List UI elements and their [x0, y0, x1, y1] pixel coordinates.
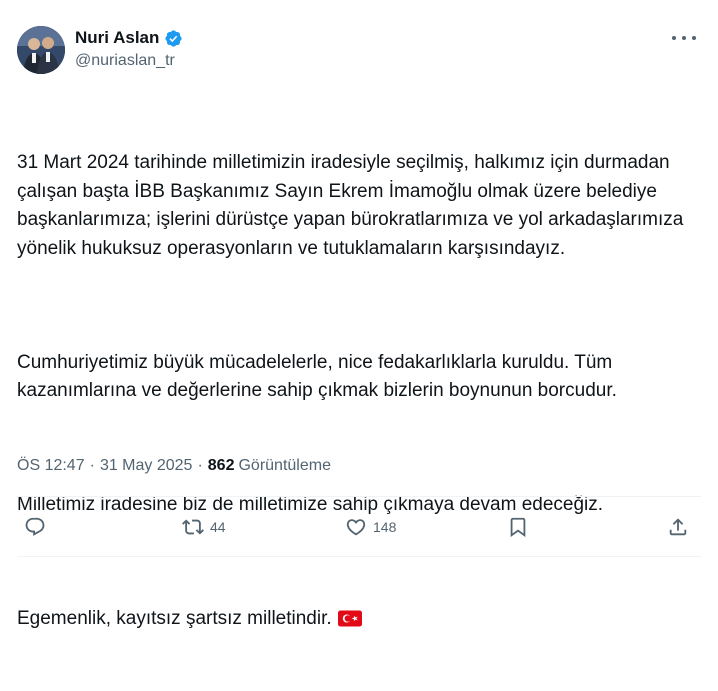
action-bar: 44 148 [17, 510, 701, 544]
bookmark-icon [510, 517, 526, 538]
turkey-flag-icon [337, 610, 362, 627]
author-name-row[interactable]: Nuri Aslan [75, 27, 183, 49]
tweet-paragraph: 31 Mart 2024 tarihinde milletimizin irad… [17, 152, 689, 259]
like-button[interactable]: 148 [345, 510, 396, 544]
tweet-text: 31 Mart 2024 tarihinde milletimizin irad… [17, 92, 702, 691]
tweet-paragraph: Cumhuriyetimiz büyük mücadelelerle, nice… [17, 351, 618, 402]
retweet-icon [182, 519, 204, 535]
divider [17, 556, 701, 557]
tweet-date[interactable]: 31 May 2025 [100, 457, 193, 475]
divider [17, 496, 701, 497]
heart-icon [346, 519, 366, 536]
reply-icon [25, 517, 45, 536]
share-icon [669, 518, 687, 536]
avatar[interactable] [17, 26, 65, 74]
author-handle[interactable]: @nuriaslan_tr [75, 52, 175, 70]
like-count: 148 [373, 519, 397, 535]
verified-badge-icon [165, 29, 183, 47]
avatar-photo [17, 26, 65, 74]
display-name[interactable]: Nuri Aslan [75, 28, 159, 48]
retweet-button[interactable]: 44 [182, 510, 226, 544]
tweet-paragraph-last: Egemenlik, kayıtsız şartsız milletindir. [17, 605, 702, 634]
views-count[interactable]: 862 [208, 457, 235, 475]
retweet-count: 44 [210, 519, 226, 535]
bookmark-button[interactable] [507, 510, 529, 544]
tweet-meta: ÖS 12:47 · 31 May 2025 · 862 Görüntüleme [17, 457, 331, 475]
meta-separator: · [197, 457, 203, 474]
views-label: Görüntüleme [238, 457, 331, 474]
tweet-paragraph: Egemenlik, kayıtsız şartsız milletindir. [17, 608, 332, 629]
tweet-card: Nuri Aslan @nuriaslan_tr 31 Mart 2024 ta… [0, 0, 718, 629]
share-button[interactable] [667, 510, 689, 544]
meta-separator: · [89, 457, 95, 474]
more-options-icon[interactable] [672, 28, 696, 48]
reply-button[interactable] [24, 510, 52, 544]
tweet-time[interactable]: ÖS 12:47 [17, 457, 85, 475]
